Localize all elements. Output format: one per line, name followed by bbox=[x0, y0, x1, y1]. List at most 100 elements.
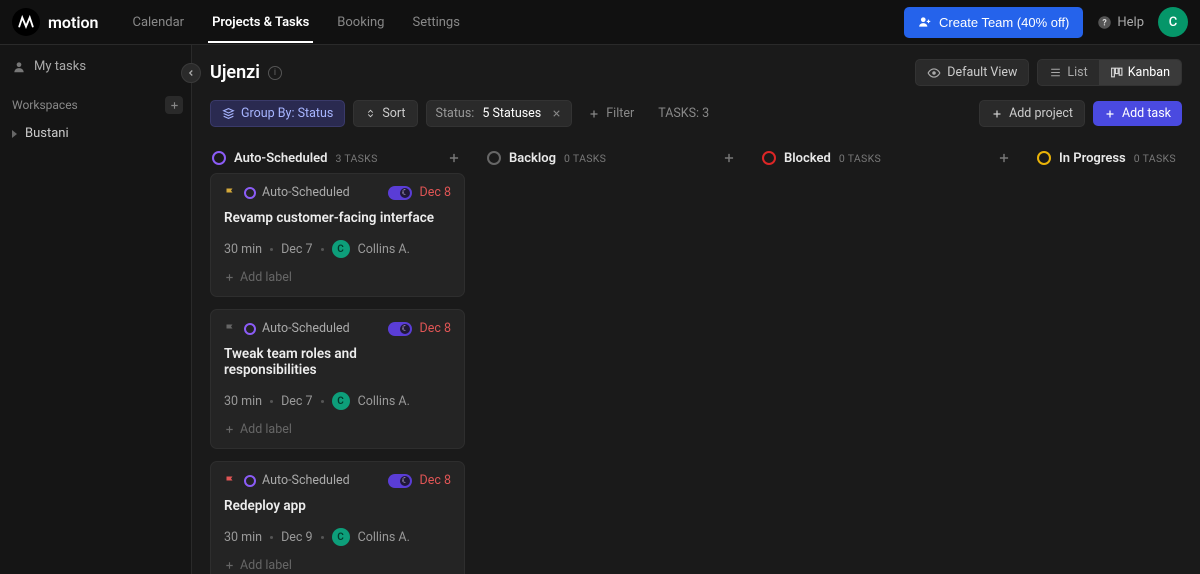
task-card[interactable]: Auto-Scheduled ☾ Dec 8 Redeploy app 30 m… bbox=[210, 461, 465, 574]
assignee-avatar: C bbox=[332, 528, 350, 546]
card-status: Auto-Scheduled bbox=[244, 185, 350, 200]
status-filter-chip[interactable]: Status: 5 Statuses bbox=[426, 100, 573, 127]
status-ring-icon bbox=[244, 187, 256, 199]
view-list-button[interactable]: List bbox=[1038, 60, 1098, 85]
view-kanban-button[interactable]: Kanban bbox=[1099, 60, 1181, 85]
workspace-item-bustani[interactable]: Bustani bbox=[0, 120, 191, 147]
card-date: Dec 7 bbox=[281, 242, 313, 257]
filter-label: Filter bbox=[606, 106, 634, 121]
svg-text:?: ? bbox=[1103, 18, 1108, 28]
add-label-button[interactable]: Add label bbox=[224, 546, 451, 573]
card-meta: 30 min Dec 7 C Collins A. bbox=[224, 392, 451, 410]
default-view-label: Default View bbox=[947, 65, 1017, 80]
task-card[interactable]: Auto-Scheduled ☾ Dec 8 Tweak team roles … bbox=[210, 309, 465, 449]
main-content: Ujenzi i Default View List bbox=[192, 45, 1200, 574]
auto-schedule-toggle[interactable]: ☾ bbox=[388, 322, 412, 336]
column-add-button[interactable] bbox=[445, 149, 463, 167]
clear-status-filter-button[interactable] bbox=[549, 108, 562, 119]
nav-projects-tasks[interactable]: Projects & Tasks bbox=[198, 2, 323, 43]
status-ring-icon bbox=[762, 151, 776, 165]
column-title: Backlog bbox=[509, 151, 556, 166]
status-ring-icon bbox=[487, 151, 501, 165]
add-task-label: Add task bbox=[1122, 106, 1171, 121]
sort-label: Sort bbox=[382, 106, 405, 121]
eye-icon bbox=[927, 66, 941, 80]
assignee-name: Collins A. bbox=[358, 530, 410, 545]
column-header: Backlog 0 TASKS bbox=[485, 143, 740, 173]
assignee-avatar: C bbox=[332, 392, 350, 410]
column-count: 3 TASKS bbox=[335, 152, 377, 165]
auto-schedule-toggle[interactable]: ☾ bbox=[388, 474, 412, 488]
column-header: In Progress 0 TASKS bbox=[1035, 143, 1200, 173]
auto-schedule-toggle[interactable]: ☾ bbox=[388, 186, 412, 200]
column-title: Blocked bbox=[784, 151, 831, 166]
top-header: motion Calendar Projects & Tasks Booking… bbox=[0, 0, 1200, 45]
add-task-button[interactable]: Add task bbox=[1093, 101, 1182, 126]
status-ring-icon bbox=[212, 151, 226, 165]
logo[interactable]: motion bbox=[12, 8, 98, 36]
status-ring-icon bbox=[244, 475, 256, 487]
create-team-label: Create Team (40% off) bbox=[939, 15, 1069, 30]
column-auto-scheduled: Auto-Scheduled 3 TASKS Auto-Scheduled ☾ … bbox=[210, 143, 465, 570]
user-avatar[interactable]: C bbox=[1158, 7, 1188, 37]
card-header-row: Auto-Scheduled ☾ Dec 8 bbox=[224, 185, 451, 200]
group-by-button[interactable]: Group By: Status bbox=[210, 100, 345, 127]
card-date: Dec 9 bbox=[281, 530, 313, 545]
card-status-label: Auto-Scheduled bbox=[262, 473, 350, 488]
add-label-text: Add label bbox=[240, 270, 292, 285]
due-date: Dec 8 bbox=[419, 473, 451, 488]
sort-icon bbox=[365, 108, 376, 119]
tasks-count: TASKS: 3 bbox=[650, 101, 717, 126]
project-header: Ujenzi i Default View List bbox=[192, 45, 1200, 100]
card-duration: 30 min bbox=[224, 242, 262, 257]
due-date: Dec 8 bbox=[419, 321, 451, 336]
add-workspace-button[interactable] bbox=[165, 96, 183, 114]
nav-booking[interactable]: Booking bbox=[323, 2, 398, 43]
create-team-button[interactable]: Create Team (40% off) bbox=[904, 7, 1083, 38]
nav-calendar[interactable]: Calendar bbox=[118, 2, 198, 43]
status-ring-icon bbox=[1037, 151, 1051, 165]
workspaces-header: Workspaces bbox=[0, 80, 191, 120]
status-filter-value: 5 Statuses bbox=[482, 106, 541, 121]
toolbar: Group By: Status Sort Status: 5 Statuses… bbox=[192, 100, 1200, 139]
column-backlog: Backlog 0 TASKS bbox=[485, 143, 740, 570]
add-project-button[interactable]: Add project bbox=[979, 100, 1085, 127]
person-plus-icon bbox=[918, 15, 932, 29]
card-status: Auto-Scheduled bbox=[244, 321, 350, 336]
card-duration: 30 min bbox=[224, 530, 262, 545]
column-in-progress: In Progress 0 TASKS bbox=[1035, 143, 1200, 570]
column-add-button[interactable] bbox=[720, 149, 738, 167]
filter-button[interactable]: Filter bbox=[580, 101, 642, 126]
column-count: 0 TASKS bbox=[839, 152, 881, 165]
collapse-sidebar-button[interactable] bbox=[181, 63, 201, 83]
help-icon: ? bbox=[1097, 15, 1112, 30]
kanban-board: Auto-Scheduled 3 TASKS Auto-Scheduled ☾ … bbox=[192, 139, 1200, 574]
column-header: Blocked 0 TASKS bbox=[760, 143, 1015, 173]
column-add-button[interactable] bbox=[995, 149, 1013, 167]
main-nav: Calendar Projects & Tasks Booking Settin… bbox=[118, 2, 473, 43]
card-date: Dec 7 bbox=[281, 394, 313, 409]
card-meta: 30 min Dec 7 C Collins A. bbox=[224, 240, 451, 258]
group-by-label: Group By: Status bbox=[241, 106, 333, 121]
help-label: Help bbox=[1117, 15, 1144, 30]
flag-icon bbox=[224, 323, 236, 335]
list-icon bbox=[1049, 66, 1062, 79]
card-status-label: Auto-Scheduled bbox=[262, 321, 350, 336]
workspace-name: Bustani bbox=[25, 126, 69, 141]
column-title: Auto-Scheduled bbox=[234, 151, 327, 166]
kanban-label: Kanban bbox=[1128, 65, 1170, 80]
header-right: Create Team (40% off) ? Help C bbox=[904, 7, 1188, 38]
card-status: Auto-Scheduled bbox=[244, 473, 350, 488]
brand-name: motion bbox=[48, 13, 98, 32]
help-link[interactable]: ? Help bbox=[1097, 15, 1144, 30]
sidebar-my-tasks[interactable]: My tasks bbox=[0, 53, 191, 80]
task-card[interactable]: Auto-Scheduled ☾ Dec 8 Revamp customer-f… bbox=[210, 173, 465, 297]
sort-button[interactable]: Sort bbox=[353, 100, 417, 127]
nav-settings[interactable]: Settings bbox=[398, 2, 473, 43]
add-label-button[interactable]: Add label bbox=[224, 410, 451, 437]
default-view-button[interactable]: Default View bbox=[915, 59, 1029, 86]
workspaces-label: Workspaces bbox=[12, 98, 78, 112]
add-label-button[interactable]: Add label bbox=[224, 258, 451, 285]
info-icon[interactable]: i bbox=[268, 66, 282, 80]
card-status-label: Auto-Scheduled bbox=[262, 185, 350, 200]
